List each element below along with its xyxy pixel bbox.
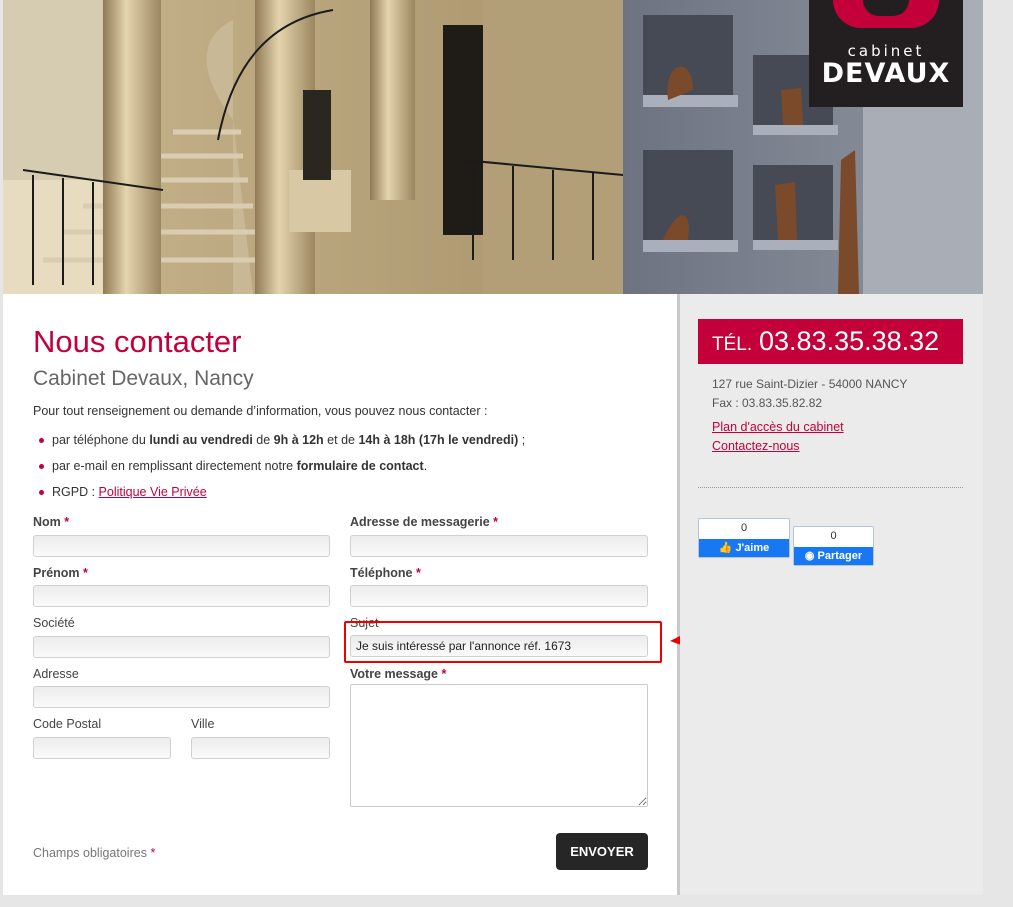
like-label: J'aime	[735, 542, 770, 554]
hero-banner: cabinet DEVAUX	[3, 0, 983, 294]
message-textarea[interactable]	[350, 684, 648, 807]
page-title: Nous contacter	[33, 324, 242, 359]
share-count: 0	[830, 530, 837, 542]
societe-field[interactable]	[33, 636, 330, 658]
prenom-label: Prénom *	[33, 566, 88, 580]
cabinet-devaux-logo: cabinet DEVAUX	[809, 0, 963, 107]
adresse-input[interactable]	[34, 687, 329, 707]
societe-label: Société	[33, 616, 75, 630]
logo-line2: DEVAUX	[821, 58, 951, 89]
fax-line: Fax : 03.83.35.82.82	[712, 396, 823, 410]
sidebar-divider	[698, 487, 963, 488]
cp-input[interactable]	[34, 738, 170, 758]
adresse-label: Adresse	[33, 667, 79, 681]
prenom-field[interactable]	[33, 585, 330, 607]
email-input[interactable]	[351, 536, 647, 556]
cp-label: Code Postal	[33, 717, 102, 731]
page-subtitle: Cabinet Devaux, Nancy	[33, 367, 254, 390]
facebook-like-button[interactable]: 0 👍 J'aime	[698, 518, 790, 558]
contact-ways-list: par téléphone du lundi au vendredi de 9h…	[39, 432, 525, 510]
email-label: Adresse de messagerie *	[350, 515, 499, 529]
adresse-field[interactable]	[33, 686, 330, 708]
phone-prefix: TÉL.	[712, 334, 753, 355]
ville-field[interactable]	[191, 737, 330, 759]
societe-input[interactable]	[34, 637, 329, 657]
nom-input[interactable]	[34, 536, 329, 556]
address-line: 127 rue Saint-Dizier - 54000 NANCY	[712, 377, 908, 391]
intro-text: Pour tout renseignement ou demande d’inf…	[33, 404, 488, 418]
list-item-email: par e-mail en remplissant directement no…	[39, 458, 525, 484]
facebook-icon: ◉	[804, 550, 815, 562]
ville-input[interactable]	[192, 738, 329, 758]
list-item-phone: par téléphone du lundi au vendredi de 9h…	[39, 432, 525, 458]
telephone-input[interactable]	[351, 586, 647, 606]
send-button[interactable]: ENVOYER	[556, 833, 648, 870]
email-field[interactable]	[350, 535, 648, 557]
address-block: 127 rue Saint-Dizier - 54000 NANCY Fax :…	[712, 375, 907, 413]
list-item-rgpd: RGPD : Politique Vie Privée	[39, 484, 525, 510]
like-count: 0	[740, 522, 748, 534]
annotation-highlight-box	[344, 621, 662, 663]
map-link[interactable]: Plan d'accès du cabinet	[712, 420, 844, 434]
logo-mark	[833, 0, 939, 28]
message-label: Votre message *	[350, 667, 447, 681]
telephone-label: Téléphone *	[350, 566, 421, 580]
nom-label: Nom *	[33, 515, 70, 529]
thumbs-up-icon: 👍	[718, 542, 733, 554]
phone-banner: TÉL. 03.83.35.38.32	[698, 319, 963, 364]
mandatory-note: Champs obligatoires *	[33, 846, 156, 860]
privacy-policy-link[interactable]: Politique Vie Privée	[99, 485, 207, 499]
ville-label: Ville	[191, 717, 215, 731]
phone-number: 03.83.35.38.32	[759, 326, 940, 356]
telephone-field[interactable]	[350, 585, 648, 607]
contact-link[interactable]: Contactez-nous	[712, 439, 800, 453]
cp-field[interactable]	[33, 737, 171, 759]
facebook-share-button[interactable]: 0 ◉ Partager	[793, 526, 874, 566]
share-label: Partager	[817, 550, 863, 562]
nom-field[interactable]	[33, 535, 330, 557]
prenom-input[interactable]	[34, 586, 329, 606]
